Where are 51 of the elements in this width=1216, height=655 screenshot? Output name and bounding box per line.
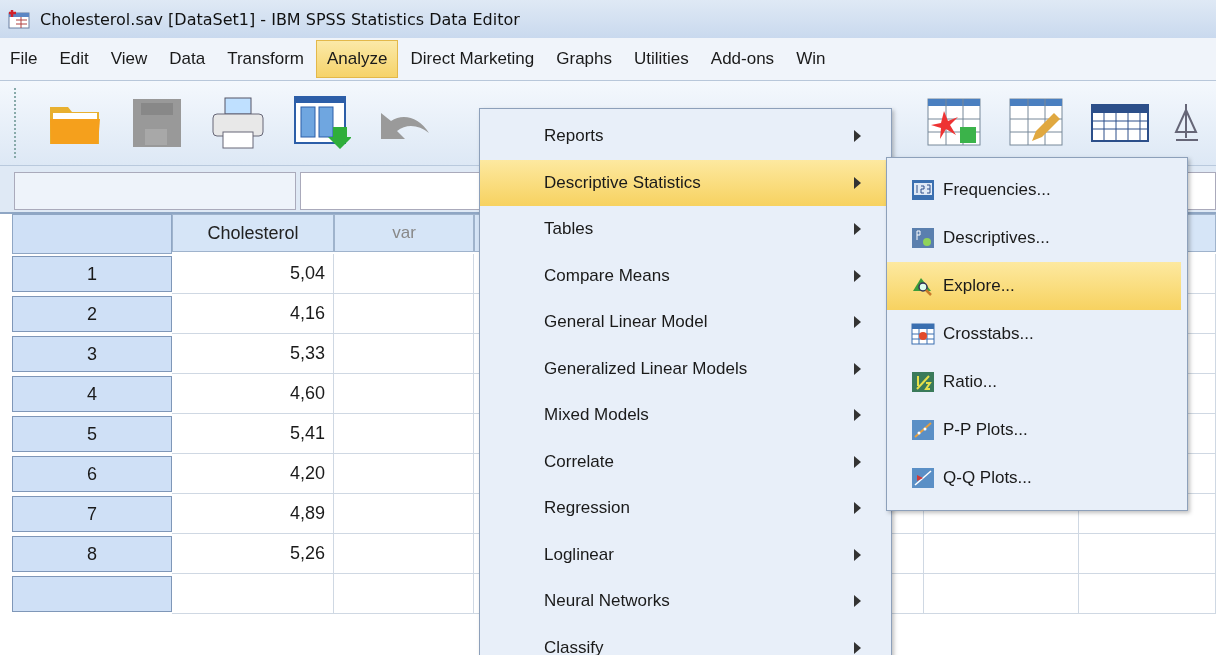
plot-icon [911, 467, 935, 489]
row-header[interactable]: 4 [12, 376, 172, 412]
column-header[interactable]: Cholesterol [172, 214, 334, 252]
plot-icon [911, 419, 935, 441]
printer-icon[interactable] [211, 96, 265, 150]
menu-item[interactable]: Win [786, 41, 836, 77]
menu-item[interactable]: Ratio... [887, 358, 1181, 406]
number-table-icon [911, 179, 935, 201]
menu-item[interactable]: View [100, 41, 158, 77]
menu-item[interactable]: Graphs [546, 41, 622, 77]
table-pencil-icon[interactable] [1008, 97, 1066, 149]
table-cell: 4,89 [172, 494, 334, 534]
menu-item[interactable]: File [0, 41, 48, 77]
window-title: Cholesterol.sav [DataSet1] - IBM SPSS Statistics Data Editor [40, 9, 520, 29]
menu-item[interactable]: Transform [217, 41, 314, 77]
table-cell: 5,33 [172, 334, 334, 374]
table-cell: 4,60 [172, 374, 334, 414]
row-header[interactable]: 3 [12, 336, 172, 372]
menu-item[interactable]: Descriptives... [887, 214, 1181, 262]
fraction-icon [911, 371, 935, 393]
menu-item[interactable]: Reports [480, 113, 891, 160]
menu-item[interactable]: Q-Q Plots... [887, 454, 1181, 502]
menu-item[interactable]: Data [159, 41, 216, 77]
row-header[interactable]: 5 [12, 416, 172, 452]
menu-item[interactable]: Explore... [887, 262, 1181, 310]
statistics-symbol-icon [911, 227, 935, 249]
columns-download-icon[interactable] [293, 95, 351, 151]
app-icon [8, 9, 30, 29]
spreadsheet-icon[interactable] [1090, 103, 1150, 143]
row-header[interactable]: 6 [12, 456, 172, 492]
table-cell: 5,41 [172, 414, 334, 454]
menu-item[interactable]: Add-ons [700, 41, 785, 77]
row-header[interactable] [12, 576, 172, 612]
table-cell: 4,16 [172, 294, 334, 334]
menu-item[interactable]: Utilities [624, 41, 699, 77]
menu-item[interactable]: Edit [49, 41, 99, 77]
menu-item[interactable]: Loglinear [480, 531, 891, 578]
menu-item[interactable]: Neural Networks [480, 578, 891, 625]
menu-item[interactable]: Analyze [316, 40, 399, 78]
row-header[interactable]: 8 [12, 536, 172, 572]
cell-name-field[interactable] [14, 172, 296, 210]
row-header[interactable]: 1 [12, 256, 172, 292]
table-cell: 5,26 [172, 534, 334, 574]
menu-item[interactable]: P-P Plots... [887, 406, 1181, 454]
table-cell: 4,20 [172, 454, 334, 494]
table-star-icon[interactable] [926, 97, 984, 149]
table-cell: 5,04 [172, 254, 334, 294]
menu-item[interactable]: Crosstabs... [887, 310, 1181, 358]
row-header[interactable]: 7 [12, 496, 172, 532]
menu-item[interactable]: Direct Marketing [400, 41, 545, 77]
row-header[interactable]: 2 [12, 296, 172, 332]
